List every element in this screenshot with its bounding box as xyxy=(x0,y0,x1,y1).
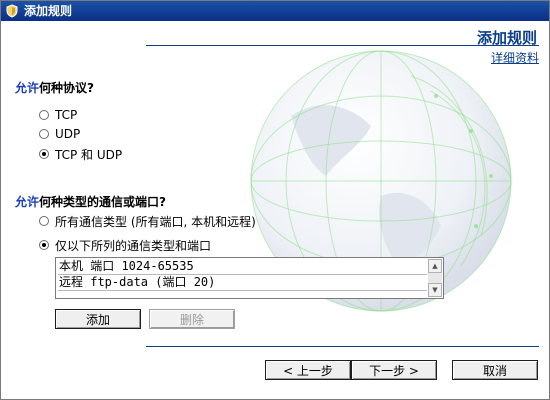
protocol-question: 允许何种协议? xyxy=(15,79,94,96)
traffic-question-text: 何种类型的通信或端口? xyxy=(39,195,166,209)
radio-tcp-and-udp-label: TCP 和 UDP xyxy=(55,147,123,162)
list-item[interactable]: 本机 端口 1024-65535 xyxy=(58,259,427,275)
scrollbar[interactable]: ▲ ▼ xyxy=(428,259,442,297)
arrow-down-icon[interactable]: ▼ xyxy=(428,283,442,297)
delete-button[interactable]: 删除 xyxy=(149,309,235,329)
add-button[interactable]: 添加 xyxy=(55,309,141,329)
radio-listed-traffic-label: 仅以下所列的通信类型和端口 xyxy=(55,238,212,253)
list-item[interactable]: 远程 ftp-data (端口 20) xyxy=(58,275,427,291)
radio-udp[interactable]: UDP xyxy=(39,126,80,142)
back-button[interactable]: < 上一步 xyxy=(265,360,351,380)
radio-indicator xyxy=(39,110,49,120)
radio-all-traffic-label: 所有通信类型 (所有端口, 本机和远程) xyxy=(55,214,256,229)
traffic-question-prefix: 允许 xyxy=(15,195,40,209)
radio-udp-label: UDP xyxy=(55,127,81,141)
radio-indicator-checked xyxy=(39,240,49,250)
header-divider xyxy=(146,45,539,46)
arrow-up-icon[interactable]: ▲ xyxy=(428,259,442,273)
radio-tcp[interactable]: TCP xyxy=(39,107,77,123)
radio-tcp-and-udp[interactable]: TCP 和 UDP xyxy=(39,146,122,162)
details-link[interactable]: 详细资料 xyxy=(491,49,539,66)
cancel-button[interactable]: 取消 xyxy=(452,360,538,380)
footer-divider xyxy=(146,346,539,347)
shield-icon xyxy=(6,4,18,18)
add-rule-dialog: 添加规则 添加规则 详细资料 允许何种协议? TCP UDP TCP 和 UDP… xyxy=(0,0,550,400)
radio-tcp-label: TCP xyxy=(55,108,78,122)
radio-indicator-checked xyxy=(39,149,49,159)
radio-indicator xyxy=(39,216,49,226)
radio-listed-traffic[interactable]: 仅以下所列的通信类型和端口 xyxy=(39,237,211,253)
traffic-list[interactable]: 本机 端口 1024-65535 远程 ftp-data (端口 20) ▲ ▼ xyxy=(55,257,444,299)
protocol-question-text: 何种协议? xyxy=(39,81,94,95)
protocol-question-prefix: 允许 xyxy=(15,81,40,95)
title-bar[interactable]: 添加规则 xyxy=(1,1,549,21)
next-button[interactable]: 下一步 > xyxy=(351,360,437,380)
radio-indicator xyxy=(39,129,49,139)
window-title: 添加规则 xyxy=(24,4,73,18)
radio-all-traffic[interactable]: 所有通信类型 (所有端口, 本机和远程) xyxy=(39,213,256,229)
traffic-question: 允许何种类型的通信或端口? xyxy=(15,193,166,210)
